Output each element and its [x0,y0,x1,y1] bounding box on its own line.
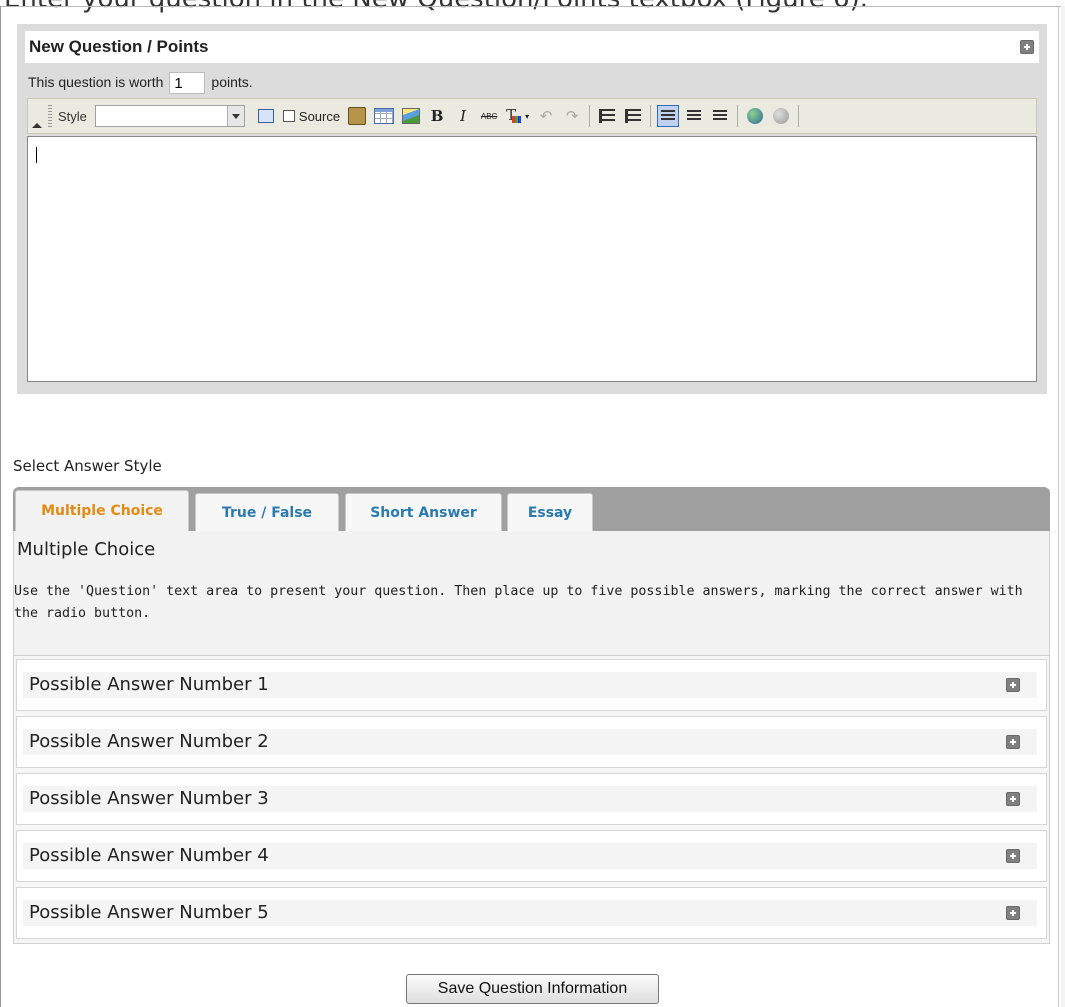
tab-essay[interactable]: Essay [507,493,593,531]
source-label: Source [298,108,341,124]
panel-description: Use the 'Question' text area to present … [14,584,1023,621]
undo-icon: ↶ [539,108,553,125]
toolbar-separator [737,105,739,127]
question-panel-header: New Question / Points [25,31,1039,63]
possible-answer-1[interactable]: Possible Answer Number 1 [16,659,1047,711]
expand-plus-icon[interactable] [1006,906,1020,920]
question-panel-title: New Question / Points [29,37,209,56]
toolbar-separator [589,105,591,127]
align-center-button[interactable] [683,105,705,127]
table-button[interactable] [372,105,396,127]
answer-style-tabs: Multiple Choice True / False Short Answe… [13,487,1050,531]
save-question-button[interactable]: Save Question Information [406,974,659,1004]
editor-toolbar: Style Source B I ABC ▾ ↶ ↷ [27,98,1037,134]
possible-answer-label: Possible Answer Number 4 [29,845,269,866]
source-icon [282,110,295,122]
points-suffix: points. [211,74,253,90]
numbered-list-button[interactable] [596,105,618,127]
select-answer-style-label: Select Answer Style [13,457,162,475]
frame-scroll-edge [1061,6,1065,1007]
numbered-list-icon [599,109,616,123]
possible-answer-label: Possible Answer Number 2 [29,731,269,752]
possible-answer-label: Possible Answer Number 3 [29,788,269,809]
possible-answer-3[interactable]: Possible Answer Number 3 [16,773,1047,825]
frame-right-border [1058,6,1059,1007]
expand-plus-icon[interactable] [1006,792,1020,806]
image-button[interactable] [400,105,422,127]
italic-button[interactable]: I [452,105,474,127]
points-row: This question is worth points. [28,70,253,95]
align-right-button[interactable] [709,105,731,127]
frame-top-border [0,6,1065,7]
possible-answer-label: Possible Answer Number 5 [29,902,269,923]
unlink-icon [773,108,790,124]
align-right-icon [713,110,728,122]
redo-icon: ↷ [565,108,579,125]
possible-answer-4[interactable]: Possible Answer Number 4 [16,830,1047,882]
maximize-button[interactable] [255,105,277,127]
text-caret [36,147,37,163]
style-label: Style [58,108,87,124]
strikethrough-button[interactable]: ABC [478,105,500,127]
align-left-icon [661,110,676,122]
points-input[interactable] [169,72,206,95]
source-button[interactable]: Source [281,105,342,127]
bullet-list-icon [625,109,642,123]
tab-true-false[interactable]: True / False [195,493,339,531]
text-color-button[interactable]: ▾ [504,105,531,127]
question-text-editor[interactable] [27,136,1037,382]
redo-button[interactable]: ↷ [561,105,583,127]
bold-button[interactable]: B [426,105,448,127]
expand-plus-icon[interactable] [1020,40,1034,54]
toolbar-grip-icon [48,105,52,127]
style-dropdown[interactable] [94,105,245,127]
paste-icon [348,107,367,125]
align-left-button[interactable] [657,105,680,127]
table-icon [374,108,395,124]
toolbar-collapse-icon[interactable] [30,101,44,131]
color-dropdown-icon: ▾ [525,111,530,121]
toolbar-separator [798,105,800,127]
possible-answer-5[interactable]: Possible Answer Number 5 [16,887,1047,939]
link-icon [747,108,764,124]
expand-plus-icon[interactable] [1006,735,1020,749]
possible-answer-2[interactable]: Possible Answer Number 2 [16,716,1047,768]
bullet-list-button[interactable] [622,105,644,127]
maximize-icon [257,109,274,123]
possible-answer-label: Possible Answer Number 1 [29,674,269,695]
expand-plus-icon[interactable] [1006,678,1020,692]
points-prefix: This question is worth [28,74,164,90]
frame-left-border [0,6,1,1007]
expand-plus-icon[interactable] [1006,849,1020,863]
paste-button[interactable] [346,105,368,127]
toolbar-separator [650,105,652,127]
undo-button[interactable]: ↶ [535,105,557,127]
instruction-caption: Enter your question in the New Question/… [4,0,868,14]
question-panel: New Question / Points This question is w… [17,24,1047,394]
panel-title: Multiple Choice [17,539,156,560]
tab-multiple-choice[interactable]: Multiple Choice [15,490,189,531]
unlink-button[interactable] [770,105,792,127]
possible-answers-list: Possible Answer Number 1 Possible Answer… [13,655,1050,944]
image-icon [402,108,421,124]
text-color-icon [506,106,522,124]
link-button[interactable] [744,105,766,127]
chevron-down-icon[interactable] [226,106,244,126]
tab-short-answer[interactable]: Short Answer [345,493,502,531]
align-center-icon [687,110,702,122]
